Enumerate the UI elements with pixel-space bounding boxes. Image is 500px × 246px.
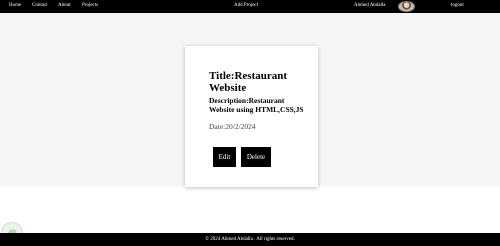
edit-button[interactable]: Edit [213,147,236,167]
logout-link[interactable]: logout [451,3,464,8]
project-date: Date:20/2/2024 [209,122,256,131]
main-content: Title:Restaurant Website Description:Res… [0,13,500,187]
add-project-link[interactable]: Add Project [234,3,258,8]
footer-text: © 2024 Ahmed Abdalla . All rights reserv… [205,237,295,242]
footer: © 2024 Ahmed Abdalla . All rights reserv… [0,233,500,246]
nav-about-link[interactable]: About [58,3,71,8]
nav-home-link[interactable]: Home [9,3,21,8]
avatar[interactable] [398,1,415,12]
user-name[interactable]: Ahmed Abdalla [354,3,386,8]
nav-projects-link[interactable]: Projects [82,3,98,8]
navbar: Home Contact About Projects Add Project … [0,0,500,13]
nav-contact-link[interactable]: Contact [32,3,48,8]
delete-button[interactable]: Delete [241,147,271,167]
project-card: Title:Restaurant Website Description:Res… [185,46,318,187]
project-title: Title:Restaurant Website [209,70,288,94]
project-description: Description:Restaurant Website using HTM… [209,96,304,114]
